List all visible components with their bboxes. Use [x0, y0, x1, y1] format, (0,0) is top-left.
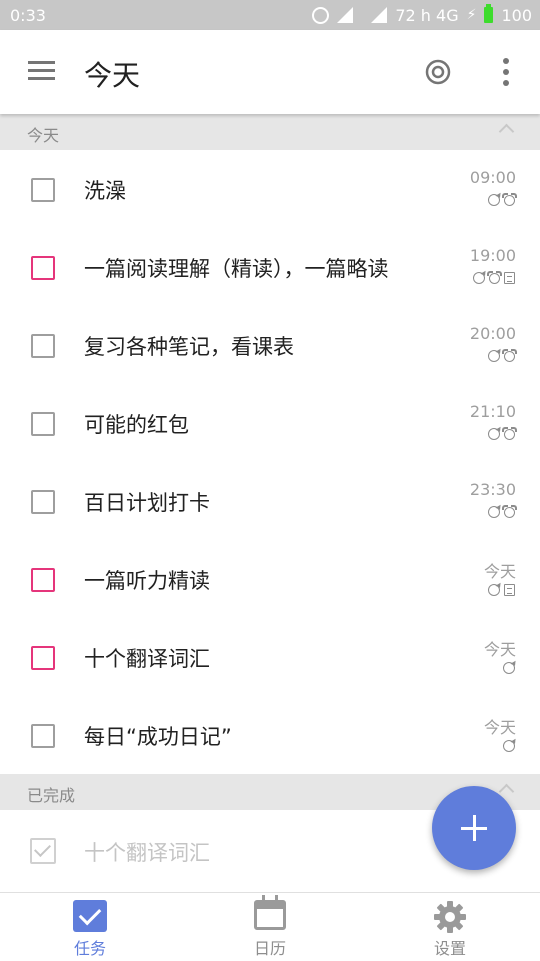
signal-icon: [337, 7, 354, 23]
status-icons: 72 h 4G ⚡ 100: [312, 4, 532, 26]
focus-target-icon[interactable]: [425, 59, 451, 85]
task-meta: [503, 740, 515, 752]
task-time: 19:00: [469, 246, 516, 265]
task-list: 洗澡 09:00 一篇阅读理解（精读），一篇略读 19:00 复习各种笔记，看课…: [0, 150, 540, 774]
task-checkbox[interactable]: [31, 412, 55, 436]
app-bar: 今天: [0, 30, 540, 114]
task-meta: [488, 584, 515, 596]
settings-gear-icon: [433, 900, 467, 938]
task-title: 十个翻译词汇: [84, 647, 210, 671]
task-row[interactable]: 可能的红包 21:10: [0, 384, 540, 462]
task-checkbox[interactable]: [31, 256, 55, 280]
task-time: 今天: [483, 562, 516, 581]
add-task-button[interactable]: [432, 786, 516, 870]
task-title: 复习各种笔记，看课表: [84, 335, 294, 359]
signal-icon: [371, 7, 388, 23]
status-bar: 0:33 72 h 4G ⚡ 100: [0, 0, 540, 30]
menu-icon[interactable]: [28, 61, 55, 81]
task-row[interactable]: 百日计划打卡 23:30: [0, 462, 540, 540]
section-label: 已完成: [27, 786, 76, 805]
section-header-today[interactable]: 今天: [0, 114, 540, 150]
task-checkbox[interactable]: [31, 334, 55, 358]
alarm-icon: [312, 6, 330, 24]
page-title: 今天: [84, 59, 141, 92]
note-icon: [504, 272, 515, 284]
task-row[interactable]: 每日“成功日记” 今天: [0, 696, 540, 774]
task-row[interactable]: 十个翻译词汇 今天: [0, 618, 540, 696]
collapse-chevron-icon[interactable]: [498, 123, 515, 140]
battery-icon: [484, 4, 494, 23]
repeat-icon: [503, 662, 515, 674]
signal-info: 72 h 4G: [395, 5, 459, 25]
task-meta: [503, 662, 515, 674]
task-checkbox[interactable]: [31, 568, 55, 592]
task-row[interactable]: 一篇阅读理解（精读），一篇略读 19:00: [0, 228, 540, 306]
nav-label: 日历: [253, 939, 286, 958]
task-check-icon: [73, 900, 107, 932]
task-row[interactable]: 一篇听力精读 今天: [0, 540, 540, 618]
task-checkbox[interactable]: [31, 724, 55, 748]
task-checkbox[interactable]: [31, 178, 55, 202]
task-meta: [488, 349, 517, 362]
charging-icon: ⚡: [466, 7, 477, 23]
alarm-icon: [502, 427, 517, 440]
status-time: 0:33: [10, 6, 46, 25]
completed-task-title: 十个翻译词汇: [84, 841, 210, 865]
alarm-icon: [502, 349, 517, 362]
section-label: 今天: [27, 126, 60, 145]
repeat-icon: [488, 506, 500, 518]
nav-tasks[interactable]: 任务: [0, 893, 180, 961]
task-row[interactable]: 复习各种笔记，看课表 20:00: [0, 306, 540, 384]
task-checkbox[interactable]: [31, 646, 55, 670]
repeat-icon: [488, 194, 500, 206]
nav-calendar[interactable]: 日历: [180, 893, 360, 961]
task-title: 一篇阅读理解（精读），一篇略读: [84, 257, 389, 281]
task-time: 09:00: [469, 168, 516, 187]
task-row[interactable]: 洗澡 09:00: [0, 150, 540, 228]
repeat-icon: [488, 428, 500, 440]
repeat-icon: [488, 584, 500, 596]
task-meta: [488, 505, 517, 518]
alarm-icon: [502, 193, 517, 206]
completed-checkbox[interactable]: [30, 838, 56, 864]
nav-label: 任务: [73, 939, 106, 958]
task-meta: [488, 427, 517, 440]
task-time: 20:00: [469, 324, 516, 343]
task-time: 21:10: [469, 402, 516, 421]
task-title: 每日“成功日记”: [84, 725, 232, 749]
bottom-nav: 任务 日历 设置: [0, 892, 540, 961]
task-meta: [473, 271, 515, 284]
task-time: 今天: [483, 718, 516, 737]
task-time: 今天: [483, 640, 516, 659]
nav-settings[interactable]: 设置: [360, 893, 540, 961]
repeat-icon: [503, 740, 515, 752]
task-title: 百日计划打卡: [84, 491, 210, 515]
battery-level: 100: [501, 5, 532, 25]
task-meta: [488, 193, 517, 206]
alarm-icon: [502, 505, 517, 518]
nav-label: 设置: [433, 939, 466, 958]
task-title: 洗澡: [84, 179, 126, 203]
note-icon: [504, 584, 515, 596]
repeat-icon: [488, 350, 500, 362]
task-checkbox[interactable]: [31, 490, 55, 514]
calendar-icon: [254, 895, 286, 930]
task-title: 可能的红包: [84, 413, 189, 437]
task-time: 23:30: [469, 480, 516, 499]
repeat-icon: [473, 272, 485, 284]
more-vert-icon[interactable]: [500, 58, 512, 88]
alarm-icon: [487, 271, 502, 284]
task-title: 一篇听力精读: [84, 569, 210, 593]
